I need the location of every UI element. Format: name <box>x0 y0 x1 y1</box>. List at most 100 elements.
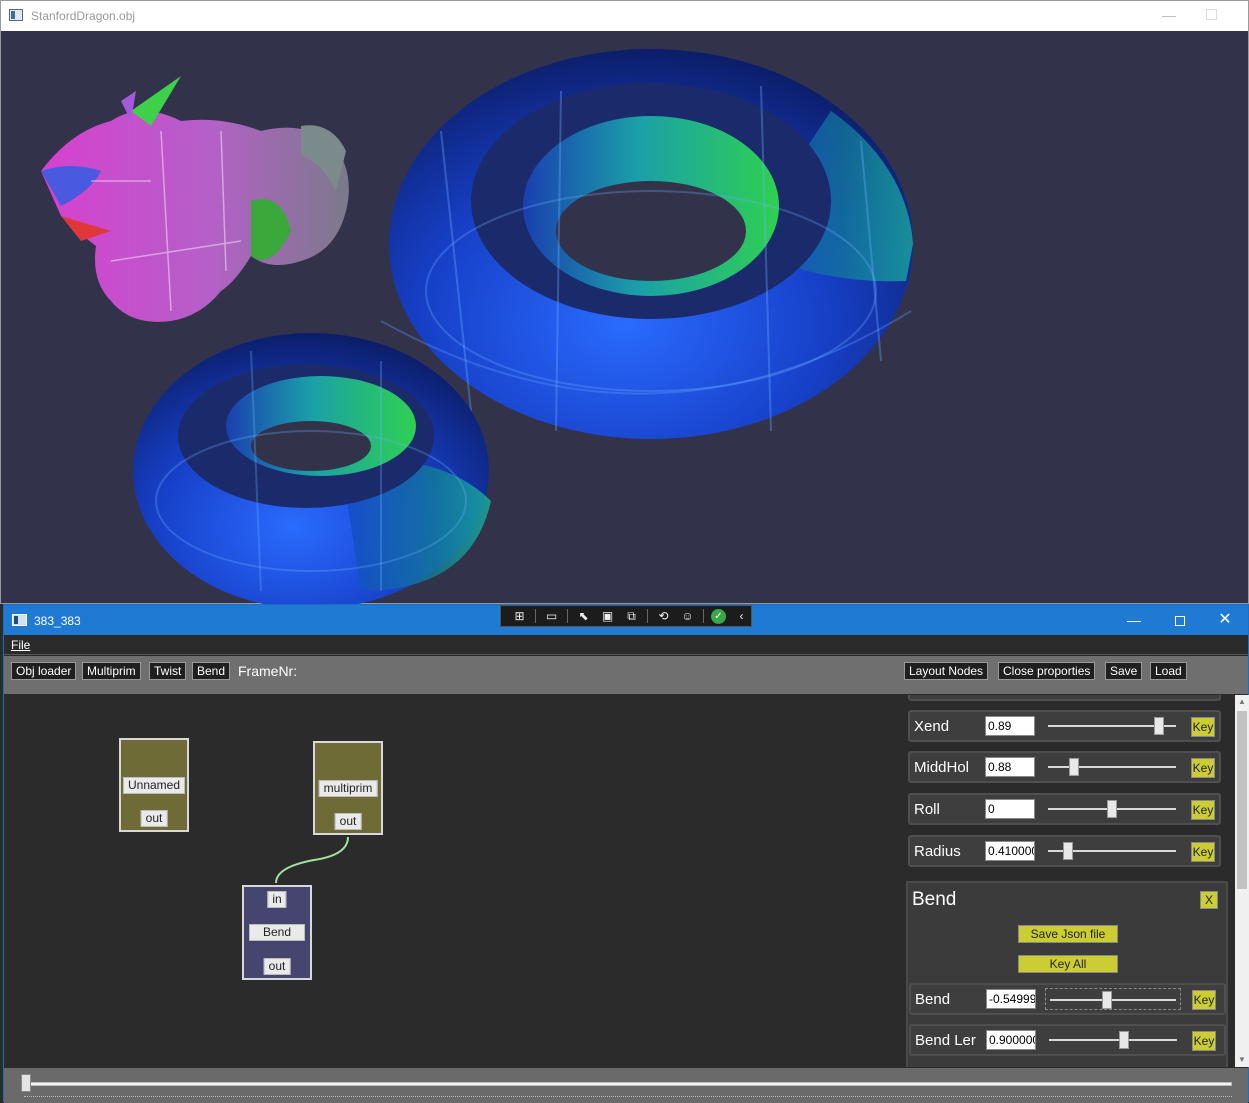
property-slider[interactable] <box>1044 840 1180 862</box>
load-button[interactable]: Load <box>1150 662 1187 680</box>
property-row-bend-length: Bend Ler 0.900000 Key <box>909 1024 1226 1056</box>
node-graph-canvas[interactable]: Unnamed out multiprim out in Bend out <box>4 695 899 1067</box>
output-pin[interactable]: out <box>334 813 362 830</box>
menu-file[interactable]: File <box>11 638 30 652</box>
window-icon <box>9 9 23 21</box>
property-value-input[interactable]: 0.410000 <box>985 841 1035 861</box>
slider-thumb[interactable] <box>1107 800 1117 818</box>
maximize-icon[interactable] <box>1171 611 1189 629</box>
key-button[interactable]: Key <box>1191 842 1215 862</box>
property-name: Roll <box>914 801 940 818</box>
property-name: Xend <box>914 718 950 735</box>
property-value-input[interactable]: 0 <box>985 799 1035 819</box>
key-button[interactable]: Key <box>1192 1031 1216 1051</box>
key-button[interactable]: Key <box>1191 800 1215 820</box>
node-multiprim[interactable]: multiprim out <box>313 741 383 835</box>
property-value-input[interactable]: 0.89 <box>985 716 1035 736</box>
property-row-bend: Bend -0.54999 Key <box>909 983 1226 1015</box>
layout-nodes-button[interactable]: Layout Nodes <box>904 662 989 680</box>
property-slider[interactable] <box>1045 1029 1181 1051</box>
close-icon[interactable]: ✕ <box>1216 611 1234 629</box>
display-layout-icon[interactable]: ▣ <box>599 608 616 624</box>
checkmark-icon[interactable]: ✓ <box>711 608 726 624</box>
property-row-xend: Xend 0.89 Key <box>908 710 1221 742</box>
obj-loader-button[interactable]: Obj loader <box>11 662 77 680</box>
key-all-button[interactable]: Key All <box>1018 955 1118 973</box>
node-label: Unnamed <box>122 777 186 794</box>
property-slider[interactable] <box>1044 798 1180 820</box>
large-torus <box>380 49 913 439</box>
slider-thumb[interactable] <box>1118 1031 1129 1049</box>
bend-button[interactable]: Bend <box>192 662 231 680</box>
twist-button[interactable]: Twist <box>149 662 187 680</box>
output-pin[interactable]: out <box>140 810 168 827</box>
property-slider[interactable] <box>1045 988 1181 1010</box>
property-row-clipped <box>908 695 1221 701</box>
property-value-input[interactable]: 0.88 <box>985 757 1035 777</box>
viewer-window: StanfordDragon.obj — <box>0 0 1249 604</box>
scroll-down-icon[interactable]: ▼ <box>1235 1053 1249 1067</box>
window-icon <box>12 614 27 626</box>
group-title: Bend <box>912 889 957 910</box>
debug-toolbar: ⊞ ▭ ⬉ ▣ ⧉ ⟲ ☺ ✓ ‹ <box>500 605 752 627</box>
property-slider[interactable] <box>1044 756 1180 778</box>
output-pin[interactable]: out <box>263 958 291 975</box>
connection-wire <box>275 836 349 884</box>
timeline-track[interactable] <box>24 1082 1232 1086</box>
hot-reload-icon[interactable]: ⟲ <box>655 608 672 624</box>
accessibility-icon[interactable]: ☺ <box>679 608 696 624</box>
save-button[interactable]: Save <box>1105 662 1143 680</box>
timeline-ticks <box>24 1096 1232 1097</box>
track-focus-icon[interactable]: ⧉ <box>623 608 640 624</box>
minimize-icon[interactable]: — <box>1125 611 1143 629</box>
minimize-icon[interactable]: — <box>1161 7 1177 23</box>
maximize-icon[interactable] <box>1206 9 1217 20</box>
property-name: Radius <box>914 843 961 860</box>
viewer-titlebar[interactable]: StanfordDragon.obj — <box>1 1 1248 31</box>
slider-thumb[interactable] <box>1153 717 1164 735</box>
slider-thumb[interactable] <box>1062 842 1073 860</box>
property-value-input[interactable]: -0.54999 <box>986 989 1036 1009</box>
scroll-up-icon[interactable]: ▲ <box>1235 695 1249 709</box>
editor-titlebar[interactable]: 383_383 ⊞ ▭ ⬉ ▣ ⧉ ⟲ ☺ ✓ ‹ — ✕ <box>4 605 1248 635</box>
select-element-icon[interactable]: ⬉ <box>575 608 592 624</box>
node-bend[interactable]: in Bend out <box>242 885 312 980</box>
node-label: Bend <box>249 924 305 941</box>
camera-icon[interactable]: ▭ <box>543 608 560 624</box>
properties-panel: Xend 0.89 Key MiddHol 0.88 Key Roll 0 Ke… <box>902 695 1235 1067</box>
frame-number-label: FrameNr: <box>238 663 298 679</box>
property-slider[interactable] <box>1044 715 1180 737</box>
separator <box>535 609 536 623</box>
separator <box>647 609 648 623</box>
3d-viewport[interactable] <box>1 31 1248 604</box>
separator <box>567 609 568 623</box>
key-button[interactable]: Key <box>1191 717 1215 737</box>
property-row-radius: Radius 0.410000 Key <box>908 835 1221 867</box>
editor-title: 383_383 <box>34 614 81 628</box>
node-editor-window: 383_383 ⊞ ▭ ⬉ ▣ ⧉ ⟲ ☺ ✓ ‹ — ✕ File Obj l… <box>3 604 1249 1103</box>
property-name: Bend Ler <box>915 1032 976 1049</box>
close-properties-button[interactable]: Close proporties <box>998 662 1096 680</box>
collapse-chevron-icon[interactable]: ‹ <box>733 608 750 624</box>
bend-properties-group: Bend X Save Json file Key All Bend -0.54… <box>906 881 1228 1067</box>
multiprim-button[interactable]: Multiprim <box>82 662 141 680</box>
node-unnamed[interactable]: Unnamed out <box>119 738 189 832</box>
input-pin[interactable]: in <box>267 891 287 908</box>
save-json-button[interactable]: Save Json file <box>1018 925 1118 943</box>
separator <box>703 609 704 623</box>
slider-thumb[interactable] <box>1068 758 1079 776</box>
live-tree-icon[interactable]: ⊞ <box>511 608 528 624</box>
properties-scrollbar[interactable]: ▲ ▼ <box>1235 695 1249 1067</box>
small-torus <box>133 333 491 604</box>
node-label: multiprim <box>318 780 378 797</box>
viewer-title: StanfordDragon.obj <box>31 9 136 23</box>
property-value-input[interactable]: 0.900000 <box>986 1030 1036 1050</box>
scrollbar-thumb[interactable] <box>1237 711 1247 889</box>
stanford-dragon <box>41 76 349 322</box>
key-button[interactable]: Key <box>1192 990 1216 1010</box>
property-row-roll: Roll 0 Key <box>908 793 1221 825</box>
slider-thumb[interactable] <box>1102 991 1113 1009</box>
timeline-slider-thumb[interactable] <box>21 1074 31 1092</box>
close-group-button[interactable]: X <box>1200 891 1218 909</box>
key-button[interactable]: Key <box>1191 758 1215 778</box>
